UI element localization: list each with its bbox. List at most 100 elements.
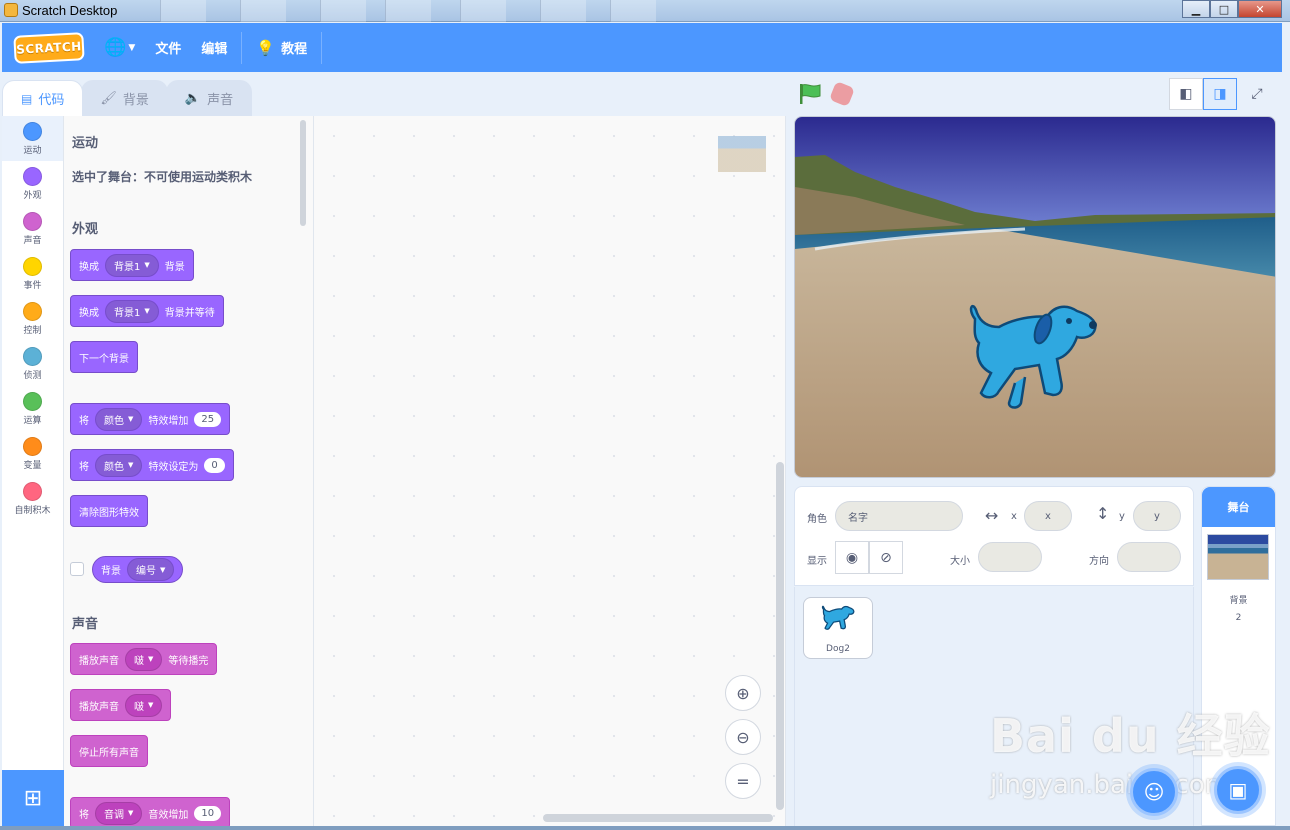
category-control[interactable]: 控制 [2, 296, 63, 341]
block-clear-effects[interactable]: 清除图形特效 [70, 495, 148, 527]
cat-icon: ☺ [1143, 780, 1165, 804]
add-extension-icon: ⊞ [23, 785, 43, 811]
tab-backdrops[interactable]: 🖌 背景 [81, 80, 168, 116]
choose-backdrop-button[interactable]: ▣ [1214, 766, 1262, 814]
tab-code[interactable]: ▤ 代码 [2, 80, 84, 116]
backdrop-reporter-checkbox[interactable] [70, 562, 84, 576]
sound-effect-amount-input[interactable]: 10 [194, 805, 222, 821]
backdrop-dropdown[interactable]: 背景1 ▼ [105, 299, 159, 323]
sprite-tile-dog2[interactable]: Dog2 [803, 597, 873, 659]
stop-icon[interactable] [828, 80, 856, 108]
zoom-in-icon: ⊕ [736, 683, 750, 703]
stage-canvas[interactable] [794, 116, 1276, 478]
x-input[interactable]: x [1024, 501, 1072, 531]
backdrop-property-dropdown[interactable]: 编号 ▼ [127, 558, 175, 581]
sprite-name-input[interactable]: 名字 [835, 501, 963, 531]
edit-menu[interactable]: 编辑 [191, 23, 237, 72]
language-menu[interactable]: 🌐 ▼ [94, 23, 145, 72]
show-sprite-button[interactable]: ◉ [835, 541, 869, 574]
block-switch-backdrop-wait[interactable]: 换成 背景1 ▼ 背景并等待 [70, 295, 224, 327]
minimize-button[interactable]: ▁ [1182, 0, 1210, 18]
block-stop-all-sounds[interactable]: 停止所有声音 [70, 735, 148, 767]
category-motion[interactable]: 运动 [2, 116, 63, 161]
direction-input[interactable] [1117, 542, 1181, 572]
block-text: 换成 [79, 307, 99, 319]
chevron-down-icon: ▼ [128, 42, 136, 53]
size-input[interactable] [978, 542, 1042, 572]
dog-sprite[interactable] [965, 299, 1100, 414]
block-change-effect[interactable]: 将 颜色 ▼ 特效增加 25 [70, 403, 231, 435]
normal-stage-button[interactable]: ◨ [1203, 78, 1237, 110]
zoom-reset-button[interactable]: = [725, 763, 761, 799]
taskbar-thumbnail [460, 0, 506, 22]
scratch-logo[interactable]: SCRATCH [13, 31, 85, 64]
category-events[interactable]: 事件 [2, 251, 63, 296]
block-text: 换成 [79, 261, 99, 273]
block-change-sound-effect[interactable]: 将 音调 ▼ 音效增加 10 [70, 797, 231, 829]
effect-amount-input[interactable]: 25 [194, 411, 222, 427]
block-switch-backdrop[interactable]: 换成 背景1 ▼ 背景 [70, 249, 194, 281]
zoom-in-button[interactable]: ⊕ [725, 675, 761, 711]
block-text: 背景 [164, 261, 185, 273]
looks-section-title: 外观 [72, 222, 99, 237]
maximize-button[interactable]: □ [1210, 0, 1238, 18]
y-input[interactable]: y [1133, 501, 1181, 531]
block-text: 背景并等待 [164, 307, 215, 319]
workspace-horizontal-scrollbar[interactable] [543, 814, 773, 822]
sound-effect-dropdown[interactable]: 音调 ▼ [95, 801, 143, 825]
code-workspace[interactable] [314, 116, 786, 826]
sound-section-title: 声音 [72, 617, 99, 632]
small-stage-icon: ◧ [1179, 86, 1193, 102]
category-dot [23, 437, 42, 456]
chevron-down-icon: ▼ [160, 565, 166, 574]
choose-sprite-button[interactable]: ☺ [1130, 768, 1178, 816]
stage-header[interactable]: 舞台 [1202, 487, 1275, 527]
workspace-vertical-scrollbar[interactable] [776, 462, 784, 810]
category-variables[interactable]: 变量 [2, 431, 63, 476]
category-label: 运算 [23, 416, 42, 426]
block-start-sound[interactable]: 播放声音 啵 ▼ [70, 689, 172, 721]
block-play-sound-until-done[interactable]: 播放声音 啵 ▼ 等待播完 [70, 643, 218, 675]
small-stage-button[interactable]: ◧ [1169, 78, 1203, 110]
zoom-out-button[interactable]: ⊖ [725, 719, 761, 755]
palette-scrollbar[interactable] [300, 120, 306, 226]
category-label: 运动 [23, 146, 42, 156]
effect-dropdown[interactable]: 颜色 ▼ [95, 453, 143, 477]
stage-thumbnail[interactable] [1207, 534, 1269, 580]
block-set-effect[interactable]: 将 颜色 ▼ 特效设定为 0 [70, 449, 234, 481]
brush-icon: 🖌 [100, 91, 117, 106]
fullscreen-button[interactable]: ⤢ [1240, 78, 1274, 110]
sound-dropdown[interactable]: 啵 ▼ [125, 647, 163, 671]
category-label: 控制 [23, 326, 42, 336]
block-text: 特效增加 [148, 415, 189, 427]
block-text: 清除图形特效 [79, 507, 139, 519]
eye-off-icon: ⊘ [880, 549, 892, 566]
hide-sprite-button[interactable]: ⊘ [869, 541, 903, 574]
add-extension-button[interactable]: ⊞ [2, 770, 64, 826]
tutorials-menu[interactable]: 💡 教程 [246, 23, 317, 72]
category-my-blocks[interactable]: 自制积木 [2, 476, 63, 521]
block-backdrop-reporter[interactable]: 背景 编号 ▼ [92, 556, 184, 583]
target-thumbnail [718, 136, 766, 172]
category-operators[interactable]: 运算 [2, 386, 63, 431]
block-text: 下一个背景 [79, 353, 129, 365]
close-button[interactable]: ✕ [1238, 0, 1282, 18]
backdrops-label: 背景 [1229, 596, 1248, 606]
green-flag-icon[interactable] [798, 83, 822, 105]
sound-dropdown[interactable]: 啵 ▼ [125, 693, 163, 717]
category-looks[interactable]: 外观 [2, 161, 63, 206]
tutorials-label: 教程 [281, 42, 308, 57]
category-dot [23, 482, 42, 501]
motion-section-title: 运动 [72, 136, 99, 151]
effect-value-input[interactable]: 0 [204, 457, 225, 473]
file-menu[interactable]: 文件 [145, 23, 191, 72]
category-sound[interactable]: 声音 [2, 206, 63, 251]
effect-dropdown[interactable]: 颜色 ▼ [95, 407, 143, 431]
block-next-backdrop[interactable]: 下一个背景 [70, 341, 138, 373]
window-title-bar: Scratch Desktop ▁ □ ✕ [0, 0, 1290, 22]
category-sensing[interactable]: 侦测 [2, 341, 63, 386]
backdrop-dropdown[interactable]: 背景1 ▼ [105, 253, 159, 277]
category-menu: 运动 外观 声音 事件 控制 侦测 运算 变量 自制积木 [2, 116, 64, 770]
menu-divider [321, 31, 323, 64]
tab-sounds[interactable]: 🔈 声音 [165, 80, 253, 116]
